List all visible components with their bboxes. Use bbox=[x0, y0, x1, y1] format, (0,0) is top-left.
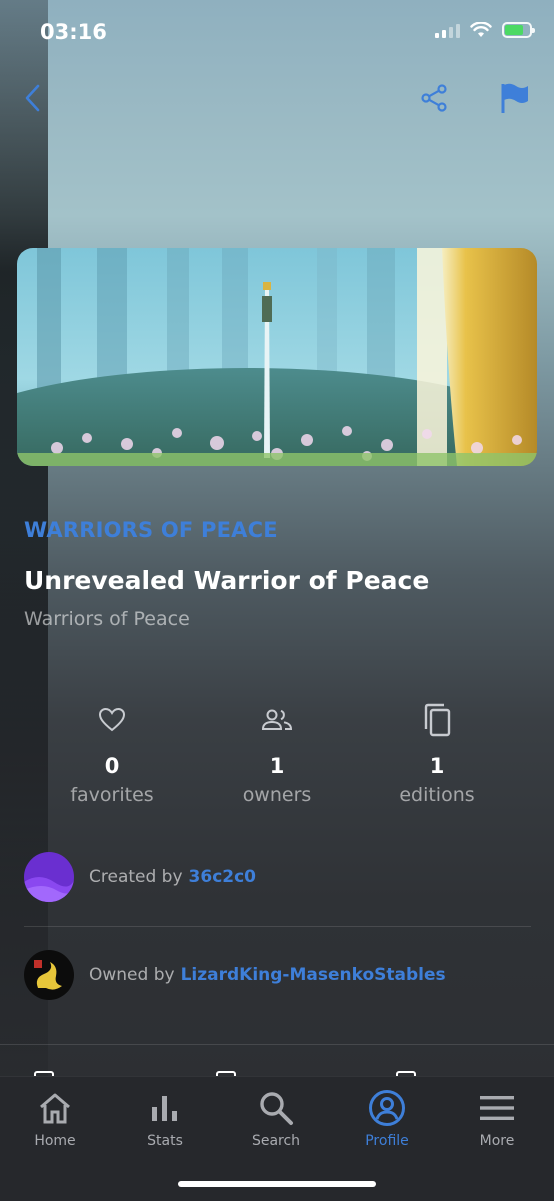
favorites-label: favorites bbox=[70, 784, 154, 806]
owner-row[interactable]: Owned by LizardKing-MasenkoStables bbox=[24, 949, 531, 1001]
tab-search[interactable]: Search bbox=[231, 1089, 321, 1149]
creator-avatar[interactable] bbox=[24, 852, 74, 902]
copy-icon bbox=[424, 703, 451, 737]
item-subtitle: Warriors of Peace bbox=[24, 608, 190, 630]
nft-artwork-image[interactable] bbox=[17, 248, 537, 466]
tab-more-label: More bbox=[479, 1133, 515, 1149]
tab-profile[interactable]: Profile bbox=[342, 1089, 432, 1149]
tab-home[interactable]: Home bbox=[10, 1089, 100, 1149]
owner-avatar[interactable] bbox=[24, 950, 74, 1000]
item-stats: 0 favorites 1 owners 1 editions bbox=[0, 700, 554, 820]
people-icon bbox=[261, 709, 293, 730]
profile-icon bbox=[369, 1090, 405, 1126]
owners-count: 1 bbox=[269, 754, 285, 778]
status-time: 03:16 bbox=[40, 20, 107, 44]
creator-row[interactable]: Created by 36c2c0 bbox=[24, 851, 531, 903]
stat-favorites[interactable]: 0 favorites bbox=[32, 700, 192, 806]
home-icon bbox=[40, 1093, 70, 1124]
bar-chart-icon bbox=[152, 1096, 177, 1121]
owners-label: owners bbox=[242, 784, 312, 806]
home-indicator bbox=[178, 1181, 376, 1187]
favorites-count: 0 bbox=[104, 754, 120, 778]
stat-owners[interactable]: 1 owners bbox=[197, 700, 357, 806]
collection-label[interactable]: WARRIORS OF PEACE bbox=[24, 518, 278, 542]
tab-search-label: Search bbox=[251, 1133, 301, 1149]
created-by-label: Created by bbox=[89, 867, 183, 887]
item-title: Unrevealed Warrior of Peace bbox=[24, 566, 430, 595]
owner-link[interactable]: LizardKing-MasenkoStables bbox=[181, 965, 446, 985]
wifi-icon bbox=[470, 22, 492, 37]
tab-home-label: Home bbox=[34, 1133, 76, 1149]
flag-icon bbox=[501, 83, 528, 113]
battery-icon bbox=[502, 22, 535, 38]
chevron-left-icon bbox=[25, 84, 40, 112]
owned-by-label: Owned by bbox=[89, 965, 175, 985]
status-icons bbox=[435, 22, 535, 38]
search-icon bbox=[260, 1092, 293, 1125]
share-button[interactable] bbox=[416, 80, 452, 116]
tab-more[interactable]: More bbox=[452, 1089, 542, 1149]
tab-stats-label: Stats bbox=[147, 1133, 183, 1149]
back-button[interactable] bbox=[18, 80, 48, 116]
editions-label: editions bbox=[399, 784, 475, 806]
menu-icon bbox=[480, 1096, 514, 1120]
report-flag-button[interactable] bbox=[494, 78, 534, 118]
top-navigation bbox=[0, 72, 554, 122]
editions-count: 1 bbox=[429, 754, 445, 778]
tab-stats[interactable]: Stats bbox=[120, 1089, 210, 1149]
heart-icon bbox=[98, 707, 126, 732]
status-bar: 03:16 bbox=[0, 0, 554, 68]
divider bbox=[24, 926, 531, 927]
cellular-signal-icon bbox=[435, 22, 460, 38]
creator-link[interactable]: 36c2c0 bbox=[189, 867, 256, 887]
stat-editions[interactable]: 1 editions bbox=[357, 700, 517, 806]
tab-profile-label: Profile bbox=[365, 1133, 409, 1149]
share-icon bbox=[421, 84, 447, 112]
